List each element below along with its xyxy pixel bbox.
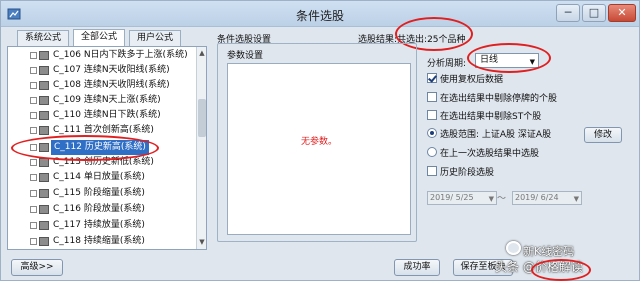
tree-item[interactable]: C_110 连续N日下跌(系统) xyxy=(8,108,194,123)
formula-icon xyxy=(39,126,49,135)
date-from-picker[interactable]: 2019/ 5/25 ▼ xyxy=(427,191,497,205)
formula-icon xyxy=(39,173,49,182)
tree-item-label: C_108 连续N天收阴线(系统) xyxy=(53,80,170,90)
condition-stock-picker-window: 条件选股 ─ □ ✕ 系统公式 全部公式 用户公式 C_106 N日内下跌多于上… xyxy=(0,0,640,281)
use-adjusted-data-label: 使用复权后数据 xyxy=(440,75,504,85)
success-rate-button[interactable]: 成功率 xyxy=(394,259,440,276)
highlight-oval-period xyxy=(467,43,551,73)
edit-range-button[interactable]: 修改 xyxy=(584,127,622,143)
close-button[interactable]: ✕ xyxy=(608,4,636,22)
date-separator: ～ xyxy=(497,194,507,204)
date-from-value: 2019/ 5/25 xyxy=(430,193,474,202)
chevron-down-icon: ▼ xyxy=(488,195,494,203)
tree-item-label: C_115 阶段缩量(系统) xyxy=(53,188,145,198)
tree-item-label: C_107 连续N天收阳线(系统) xyxy=(53,65,170,75)
remove-suspended-label: 在选出结果中剔除停牌的个股 xyxy=(440,94,558,104)
parameter-group-title: 参数设置 xyxy=(225,48,266,61)
minimize-button[interactable]: ─ xyxy=(556,4,580,22)
tree-item-label: C_118 持续缩量(系统) xyxy=(53,236,145,246)
tree-item[interactable]: C_107 连续N天收阳线(系统) xyxy=(8,63,194,78)
formula-icon xyxy=(39,81,49,90)
tree-item[interactable]: C_117 持续放量(系统) xyxy=(8,218,194,233)
formula-icon xyxy=(39,96,49,105)
expand-box-icon[interactable] xyxy=(30,190,37,197)
scroll-down-icon[interactable]: ▼ xyxy=(198,237,206,247)
prev-result-radio-option[interactable]: 在上一次选股结果中选股 xyxy=(427,147,539,161)
range-radio-option[interactable]: 选股范围: 上证A股 深证A股 xyxy=(427,128,551,142)
prev-result-label: 在上一次选股结果中选股 xyxy=(440,149,540,159)
expand-box-icon[interactable] xyxy=(30,52,37,59)
formula-icon xyxy=(39,205,49,214)
formula-icon xyxy=(39,51,49,60)
tree-item[interactable]: C_108 连续N天收阴线(系统) xyxy=(8,78,194,93)
checkbox-icon[interactable] xyxy=(427,92,437,102)
formula-icon xyxy=(39,158,49,167)
tree-item[interactable]: C_114 单日放量(系统) xyxy=(8,170,194,185)
tree-item-label: C_114 单日放量(系统) xyxy=(53,172,145,182)
highlight-oval-selected-formula xyxy=(11,135,159,161)
chevron-down-icon: ▼ xyxy=(573,195,579,203)
period-label: 分析周期: xyxy=(427,59,467,69)
expand-box-icon[interactable] xyxy=(30,97,37,104)
tab-user-formulas[interactable]: 用户公式 xyxy=(129,30,181,46)
remove-st-option[interactable]: 在选出结果中剔除ST个股 xyxy=(427,110,541,124)
maximize-button[interactable]: □ xyxy=(582,4,606,22)
advanced-button[interactable]: 高级>> xyxy=(11,259,63,276)
title-bar: 条件选股 ─ □ ✕ xyxy=(1,1,639,27)
parameter-panel: 无参数。 xyxy=(227,63,411,235)
expand-box-icon[interactable] xyxy=(30,82,37,89)
remove-suspended-option[interactable]: 在选出结果中剔除停牌的个股 xyxy=(427,92,557,106)
tab-system-formulas[interactable]: 系统公式 xyxy=(17,30,69,46)
radio-icon[interactable] xyxy=(427,147,437,157)
use-adjusted-data-option[interactable]: 使用复权后数据 xyxy=(427,73,503,87)
checkbox-icon[interactable] xyxy=(427,166,437,176)
date-to-value: 2019/ 6/24 xyxy=(515,193,559,202)
expand-box-icon[interactable] xyxy=(30,67,37,74)
formula-icon xyxy=(39,66,49,75)
tree-item-label: C_109 连续N天上涨(系统) xyxy=(53,95,161,105)
tree-item-label: C_110 连续N日下跌(系统) xyxy=(53,110,161,120)
checkbox-checked-icon[interactable] xyxy=(427,73,437,83)
tree-item-label: C_106 N日内下跌多于上涨(系统) xyxy=(53,50,188,60)
scroll-up-icon[interactable]: ▲ xyxy=(198,48,206,58)
watermark-logo-icon xyxy=(506,241,521,255)
tree-scrollbar[interactable]: ▲ ▼ xyxy=(196,47,206,249)
tree-item-label: C_117 持续放量(系统) xyxy=(53,220,145,230)
expand-box-icon[interactable] xyxy=(30,127,37,134)
scrollbar-thumb[interactable] xyxy=(198,99,206,137)
expand-box-icon[interactable] xyxy=(30,159,37,166)
checkbox-icon[interactable] xyxy=(427,110,437,120)
tree-item-label: C_116 阶段放量(系统) xyxy=(53,204,145,214)
radio-selected-icon[interactable] xyxy=(427,128,437,138)
watermark-line1: 新K线密码 xyxy=(523,245,575,258)
tree-item[interactable]: C_106 N日内下跌多于上涨(系统) xyxy=(8,48,194,63)
range-label: 选股范围: 上证A股 深证A股 xyxy=(440,130,552,140)
window-title: 条件选股 xyxy=(295,9,344,23)
history-label: 历史阶段选股 xyxy=(440,168,495,178)
tree-item[interactable]: C_116 阶段放量(系统) xyxy=(8,202,194,217)
expand-box-icon[interactable] xyxy=(30,206,37,213)
remove-st-label: 在选出结果中剔除ST个股 xyxy=(440,112,542,122)
no-parameter-text: 无参数。 xyxy=(300,137,337,147)
expand-box-icon[interactable] xyxy=(30,174,37,181)
expand-box-icon[interactable] xyxy=(30,238,37,245)
formula-icon xyxy=(39,189,49,198)
tab-all-formulas[interactable]: 全部公式 xyxy=(73,29,125,46)
highlight-oval-execute xyxy=(531,259,591,281)
tree-item[interactable]: C_109 连续N天上涨(系统) xyxy=(8,93,194,108)
history-option[interactable]: 历史阶段选股 xyxy=(427,166,494,180)
expand-box-icon[interactable] xyxy=(30,112,37,119)
expand-box-icon[interactable] xyxy=(30,222,37,229)
date-to-picker[interactable]: 2019/ 6/24 ▼ xyxy=(512,191,582,205)
formula-icon xyxy=(39,111,49,120)
tree-item[interactable]: C_115 阶段缩量(系统) xyxy=(8,186,194,201)
formula-icon xyxy=(39,237,49,246)
formula-icon xyxy=(39,221,49,230)
tree-item[interactable]: C_118 持续缩量(系统) xyxy=(8,234,194,249)
